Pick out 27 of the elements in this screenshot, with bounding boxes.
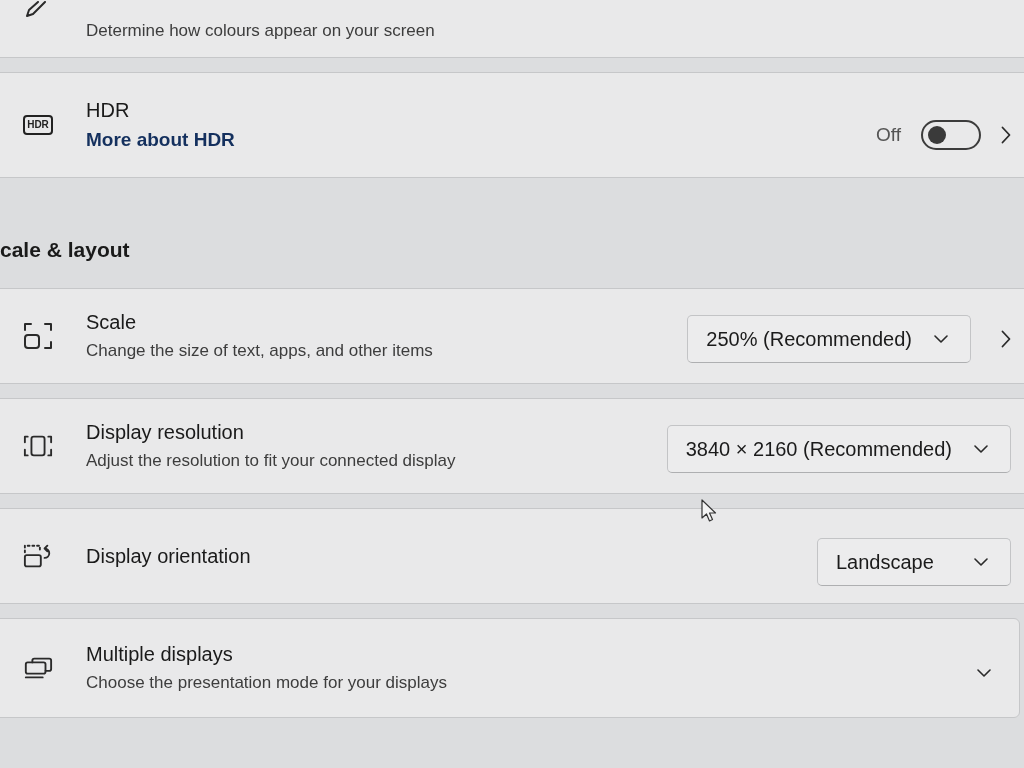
setting-description: Adjust the resolution to fit your connected display: [86, 450, 457, 472]
dropdown[interactable]: 3840 × 2160 (Recommended): [666, 425, 1011, 473]
chevron-right-icon[interactable]: [1001, 126, 1011, 144]
chevron-down-icon: [974, 558, 988, 566]
chevron-right-icon[interactable]: [1001, 330, 1011, 348]
dropdown[interactable]: 250% (Recommended): [687, 315, 971, 363]
toggle-switch[interactable]: [921, 120, 981, 150]
hdr-badge: HDR: [23, 115, 53, 135]
section-heading: cale & layout: [0, 237, 131, 263]
multiple-displays-icon: [23, 656, 53, 680]
setting-title: Multiple displays: [86, 642, 234, 667]
toggle-state-label: Off: [876, 124, 901, 146]
setting-title: HDR: [86, 98, 131, 123]
text-link[interactable]: More about HDR: [86, 127, 235, 153]
setting-title: Scale: [86, 310, 138, 335]
scale-icon: [23, 322, 53, 350]
chevron-down-icon: [974, 445, 988, 453]
expand-chevron-icon[interactable]: [977, 669, 991, 677]
dropdown[interactable]: Landscape: [817, 538, 1011, 586]
setting-description: Choose the presentation mode for your displays: [86, 672, 448, 694]
setting-description: Change the size of text, apps, and other items: [86, 340, 434, 362]
rotate-screen-icon: [23, 543, 53, 569]
chevron-down-icon: [934, 335, 948, 343]
setting-title: Display orientation: [86, 544, 252, 569]
setting-title: Display resolution: [86, 420, 245, 445]
resolution-icon: [23, 434, 53, 458]
setting-description: Determine how colours appear on your screen: [86, 20, 436, 42]
